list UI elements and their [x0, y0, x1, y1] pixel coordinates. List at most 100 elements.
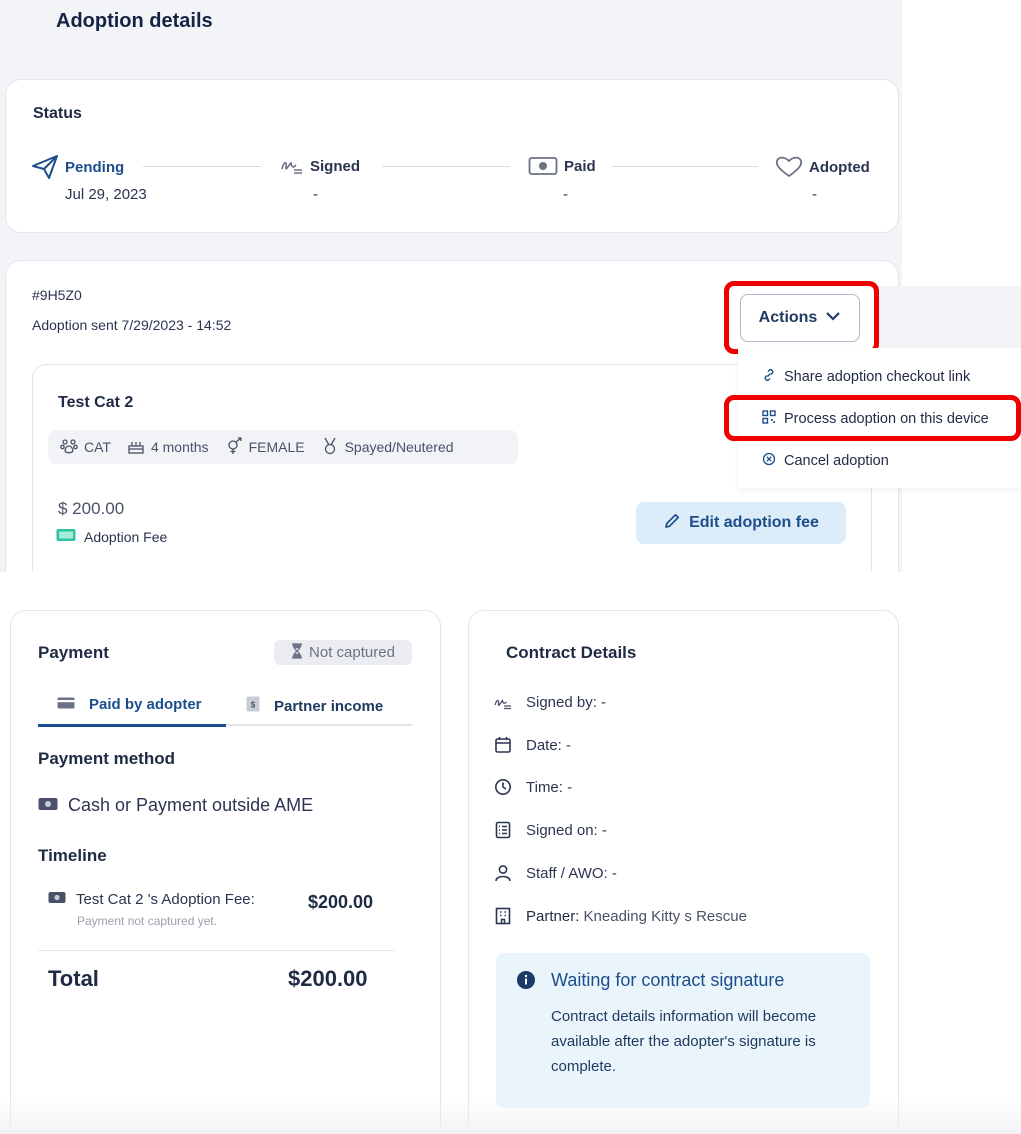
status-step-date: -	[563, 186, 568, 203]
cash-icon	[528, 156, 558, 176]
timeline-item-amount: $200.00	[308, 892, 374, 912]
money-note-icon: $	[246, 696, 260, 716]
info-icon	[516, 970, 536, 995]
status-connector	[612, 166, 758, 167]
pet-sex: FEMALE	[248, 439, 305, 455]
menu-item-share-link[interactable]: Share adoption checkout link	[762, 368, 970, 386]
pet-age-tag: 4 months	[127, 437, 209, 458]
status-step-date: -	[812, 186, 817, 203]
status-step-signed: Signed	[280, 157, 360, 175]
status-step-date: -	[313, 186, 318, 203]
pet-sex-tag: FEMALE	[225, 436, 305, 458]
contract-time-text: Time: -	[526, 778, 573, 796]
document-list-icon	[494, 821, 512, 839]
edit-adoption-fee-button[interactable]: Edit adoption fee	[636, 502, 846, 544]
pet-fixed-tag: Spayed/Neutered	[321, 437, 454, 458]
contract-signed-on-text: Signed on: -	[526, 821, 607, 839]
contract-time: Time: -	[494, 778, 572, 796]
pet-tags: CAT 4 months FEMALE Spayed/Neutered	[48, 430, 518, 464]
cash-icon	[48, 891, 66, 908]
contract-title: Contract Details	[506, 643, 637, 662]
heart-icon	[775, 155, 803, 179]
menu-backdrop	[878, 286, 1021, 348]
building-icon	[494, 907, 512, 925]
pet-fee: $ 200.00	[58, 499, 125, 518]
paper-plane-icon	[31, 154, 59, 180]
user-icon	[494, 864, 512, 882]
menu-item-cancel-adoption[interactable]: Cancel adoption	[762, 452, 889, 470]
actions-button[interactable]: Actions	[740, 294, 860, 342]
pet-fixed: Spayed/Neutered	[344, 439, 454, 455]
timeline-item-subtext: Payment not captured yet.	[77, 914, 218, 928]
medal-icon	[321, 437, 339, 458]
timeline-item-label: Test Cat 2 's Adoption Fee:	[76, 891, 255, 908]
pencil-icon	[663, 512, 681, 535]
status-connector	[382, 166, 510, 167]
contract-partner: Partner: Kneading Kitty s Rescue	[494, 907, 747, 925]
payment-method-text: Cash or Payment outside AME	[68, 795, 314, 815]
status-step-paid: Paid	[528, 156, 596, 176]
status-step-pending: Pending	[31, 154, 124, 180]
fee-label: Adoption Fee	[56, 528, 167, 545]
status-step-label: Paid	[564, 157, 596, 175]
signature-icon	[280, 157, 304, 175]
menu-item-label: Share adoption checkout link	[784, 369, 971, 385]
status-step-label: Pending	[65, 158, 125, 176]
contract-signed-by-text: Signed by: -	[526, 694, 607, 711]
edit-adoption-fee-label: Edit adoption fee	[689, 514, 819, 531]
tab-label: Paid by adopter	[89, 696, 202, 713]
payment-card	[10, 610, 441, 1134]
timeline-title: Timeline	[38, 846, 107, 865]
payment-status-text: Not captured	[309, 644, 395, 661]
tab-paid-by-adopter[interactable]: Paid by adopter	[57, 696, 202, 713]
order-id: #9H5Z0	[32, 287, 82, 303]
total-value: $200.00	[288, 966, 368, 991]
pet-name: Test Cat 2	[58, 394, 134, 411]
tab-label: Partner income	[274, 697, 384, 715]
timeline-item: Test Cat 2 's Adoption Fee:	[48, 891, 255, 908]
pet-age: 4 months	[150, 439, 209, 455]
cash-icon	[38, 795, 58, 816]
cake-icon	[127, 437, 145, 458]
fee-label-text: Adoption Fee	[84, 528, 168, 545]
total-divider	[38, 950, 395, 951]
info-text: Contract details information will become…	[551, 1008, 817, 1075]
clock-icon	[494, 778, 512, 796]
info-title: Waiting for contract signature	[551, 970, 785, 990]
adoption-sent-timestamp: Adoption sent 7/29/2023 - 14:52	[32, 317, 232, 333]
contract-date-text: Date: -	[526, 736, 572, 754]
contract-staff-text: Staff / AWO: -	[526, 864, 617, 882]
chevron-down-icon	[825, 309, 841, 327]
menu-item-process-on-device[interactable]: Process adoption on this device	[762, 410, 989, 428]
signature-icon	[494, 696, 512, 710]
contract-partner-label: Partner:	[526, 907, 580, 925]
status-step-label: Signed	[310, 157, 361, 175]
gender-icon	[225, 436, 243, 458]
link-icon	[762, 368, 776, 386]
status-label: Status	[33, 105, 82, 122]
active-tab-indicator	[38, 724, 226, 727]
svg-text:$: $	[251, 701, 256, 710]
payment-title: Payment	[38, 643, 109, 662]
payment-method-title: Payment method	[38, 749, 175, 768]
qr-code-icon	[762, 410, 776, 428]
hourglass-icon	[291, 642, 303, 663]
payment-status-badge: Not captured	[274, 640, 412, 665]
payment-method: Cash or Payment outside AME	[38, 795, 313, 816]
calendar-icon	[494, 736, 512, 754]
status-step-label: Adopted	[809, 158, 870, 176]
tab-partner-income[interactable]: $ Partner income	[246, 696, 383, 716]
status-connector	[143, 166, 261, 167]
paw-icon	[60, 437, 78, 458]
actions-label: Actions	[758, 309, 818, 326]
contract-staff: Staff / AWO: -	[494, 864, 617, 882]
contract-signed-on: Signed on: -	[494, 821, 607, 839]
page-title: Adoption details	[56, 10, 213, 32]
pet-species: CAT	[84, 439, 111, 455]
cash-icon	[56, 528, 76, 545]
status-card: Status	[5, 79, 899, 233]
total-label: Total	[48, 966, 99, 991]
contract-date: Date: -	[494, 736, 571, 754]
status-step-date: Jul 29, 2023	[65, 186, 147, 203]
menu-item-label: Cancel adoption	[784, 453, 889, 469]
